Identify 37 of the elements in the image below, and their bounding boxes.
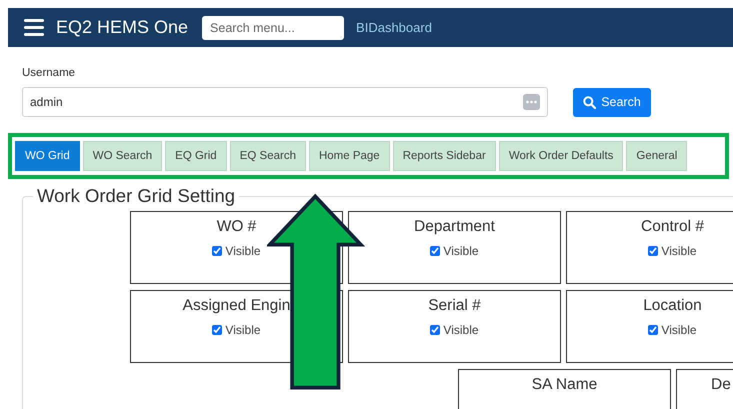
checkbox-label: Visible [225,323,261,337]
checkbox-label: Visible [225,244,261,258]
column-name: Department [414,218,495,236]
checkbox[interactable] [212,246,222,256]
field-label: Username [22,67,76,79]
tab[interactable]: Reports Sidebar [392,141,496,171]
checkbox[interactable] [648,325,658,335]
nav-link[interactable]: BIDashboard [356,20,432,35]
checkbox[interactable] [430,246,440,256]
checkbox[interactable] [212,325,222,335]
column-name: De [711,376,731,394]
tab[interactable]: WO Grid [15,141,80,171]
tab[interactable]: EQ Grid [165,141,227,171]
checkbox-label: Visible [661,244,697,258]
column-name: WO # [216,218,256,236]
column-name: Location [643,297,702,315]
checkbox-label: Visible [443,323,479,337]
search-button[interactable]: Search [573,88,651,116]
tab[interactable]: Work Order Defaults [498,141,624,171]
tab[interactable]: General [626,141,688,171]
tab[interactable]: WO Search [82,141,162,171]
checkbox[interactable] [648,246,658,256]
column-name: Assigned Engin [182,297,290,315]
column-name: Control # [641,218,704,236]
search-menu-field[interactable]: Search menu... [202,16,344,40]
checkbox-label: Visible [661,323,697,337]
search-icon [583,96,596,108]
column-name: Serial # [428,297,481,315]
menu-icon[interactable] [24,19,44,36]
checkbox[interactable] [430,325,440,335]
username-field[interactable]: admin [22,87,548,117]
app-title: EQ2 HEMS One [56,17,188,38]
tab[interactable]: EQ Search [230,141,306,171]
section-title: Work Order Grid Setting [36,185,236,207]
tab[interactable]: Home Page [308,141,390,171]
checkbox-label: Visible [443,244,479,258]
column-name: SA Name [532,376,598,394]
